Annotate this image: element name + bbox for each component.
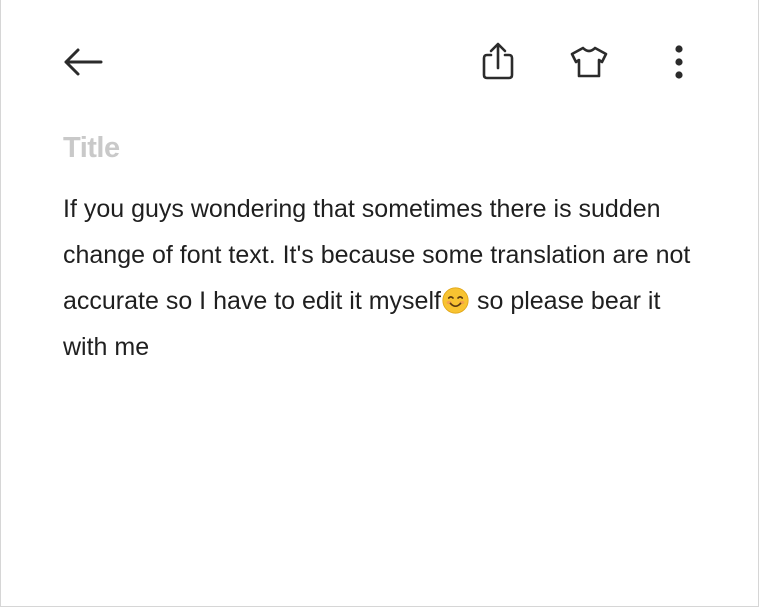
- note-body-field[interactable]: If you guys wondering that sometimes the…: [63, 186, 703, 370]
- share-button[interactable]: [471, 36, 525, 86]
- more-options-button[interactable]: [659, 38, 699, 86]
- smiling-face-emoji: [442, 287, 469, 314]
- share-icon: [482, 42, 514, 80]
- top-toolbar: [1, 0, 760, 120]
- more-vertical-icon: [675, 45, 683, 79]
- back-button[interactable]: [53, 38, 113, 86]
- theme-button[interactable]: [562, 38, 616, 86]
- back-arrow-icon: [64, 48, 103, 76]
- note-editor-frame: Title If you guys wondering that sometim…: [0, 0, 759, 607]
- note-title-field[interactable]: Title: [63, 128, 120, 168]
- tshirt-icon: [570, 46, 608, 78]
